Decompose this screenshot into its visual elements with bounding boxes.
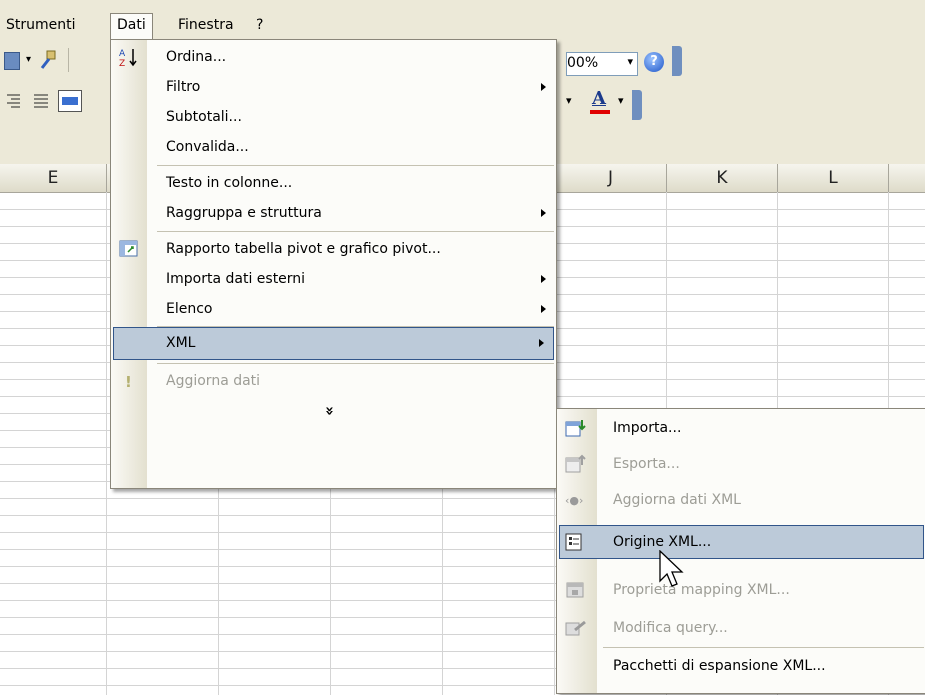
- toolbar-options-icon[interactable]: [632, 90, 642, 120]
- submenu-arrow-icon: [541, 209, 546, 217]
- menu-dati[interactable]: Dati: [110, 13, 153, 41]
- menu-item-subtotali[interactable]: Subtotali...: [111, 102, 556, 132]
- double-chevron-down-icon: »: [320, 406, 339, 416]
- format-painter-icon[interactable]: [38, 50, 58, 70]
- column-header-k[interactable]: K: [667, 164, 778, 192]
- font-color-icon: A: [592, 88, 606, 109]
- menu-item-pivot[interactable]: Rapporto tabella pivot e grafico pivot..…: [111, 234, 556, 264]
- merge-center-icon[interactable]: [58, 90, 82, 112]
- menu-item-xml[interactable]: XML: [113, 327, 554, 360]
- menu-item-proprieta-mapping[interactable]: Proprietà mapping XML...: [557, 575, 925, 605]
- xml-map-properties-icon: [565, 580, 585, 600]
- mouse-pointer-icon: [659, 549, 685, 590]
- toolbar-options-icon[interactable]: [672, 46, 682, 76]
- justify-icon[interactable]: [32, 92, 50, 110]
- menu-help[interactable]: ?: [250, 14, 269, 36]
- svg-text:‹●›: ‹●›: [565, 494, 583, 507]
- column-header-l[interactable]: L: [778, 164, 889, 192]
- submenu-arrow-icon: [541, 275, 546, 283]
- dropdown-arrow-icon[interactable]: ▾: [566, 94, 572, 107]
- menu-item-importa[interactable]: Importa...: [557, 413, 925, 443]
- xml-source-icon: [565, 532, 585, 552]
- menu-separator: [157, 231, 554, 232]
- menu-item-origine-xml[interactable]: Origine XML...: [559, 525, 924, 559]
- menu-strumenti[interactable]: Strumenti: [0, 14, 82, 36]
- xml-export-icon: [565, 454, 586, 474]
- align-right-icon[interactable]: [4, 92, 22, 110]
- menu-item-aggiorna-dati[interactable]: ! Aggiorna dati: [111, 366, 556, 396]
- svg-text:Z: Z: [119, 59, 125, 67]
- menu-bar: Strumenti Dati Finestra ?: [0, 0, 925, 41]
- menu-item-testo-in-colonne[interactable]: Testo in colonne...: [111, 168, 556, 198]
- menu-finestra[interactable]: Finestra: [172, 14, 240, 36]
- submenu-arrow-icon: [541, 83, 546, 91]
- zoom-value: 00%: [567, 55, 599, 71]
- menu-item-aggiorna-dati-xml[interactable]: ‹●› Aggiorna dati XML: [557, 485, 925, 515]
- menu-item-ordina[interactable]: AZ Ordina...: [111, 42, 556, 72]
- chevron-down-icon: ▾: [627, 55, 633, 68]
- menu-item-convalida[interactable]: Convalida...: [111, 132, 556, 162]
- menu-item-elenco[interactable]: Elenco: [111, 294, 556, 324]
- xml-submenu: Importa... Esporta... ‹●› Aggiorna dati …: [556, 408, 925, 694]
- dati-menu: AZ Ordina... Filtro Subtotali... Convali…: [110, 39, 557, 489]
- menu-item-pacchetti-espansione[interactable]: Pacchetti di espansione XML...: [557, 651, 925, 681]
- svg-text:A: A: [119, 49, 126, 59]
- dropdown-arrow-icon[interactable]: ▾: [26, 54, 31, 65]
- chevron-down-icon[interactable]: ▾: [618, 94, 624, 107]
- submenu-arrow-icon: [539, 339, 544, 347]
- menu-separator: [603, 647, 924, 648]
- menu-item-modifica-query[interactable]: Modifica query...: [557, 613, 925, 643]
- zoom-combo[interactable]: 00% ▾: [566, 52, 638, 76]
- font-color-button[interactable]: A: [588, 88, 612, 116]
- menu-item-importa-dati-esterni[interactable]: Importa dati esterni: [111, 264, 556, 294]
- xml-import-icon: [565, 418, 586, 438]
- submenu-arrow-icon: [541, 305, 546, 313]
- column-header-e[interactable]: E: [0, 164, 107, 192]
- expand-menu-button[interactable]: »: [111, 396, 556, 426]
- refresh-exclamation-icon: !: [119, 371, 139, 391]
- xml-refresh-icon: ‹●›: [565, 490, 585, 510]
- pivot-table-icon: [119, 239, 139, 259]
- sort-ascending-icon: AZ: [119, 47, 139, 69]
- menu-separator: [157, 165, 554, 166]
- column-header-j[interactable]: J: [555, 164, 667, 192]
- menu-item-filtro[interactable]: Filtro: [111, 72, 556, 102]
- menu-item-esporta[interactable]: Esporta...: [557, 449, 925, 479]
- paste-icon[interactable]: [4, 52, 20, 70]
- font-color-swatch: [590, 110, 610, 114]
- svg-text:!: !: [125, 373, 132, 391]
- toolbar-separator: [68, 48, 69, 72]
- edit-query-icon: [565, 618, 586, 638]
- help-icon[interactable]: ?: [644, 52, 664, 72]
- menu-item-raggruppa[interactable]: Raggruppa e struttura: [111, 198, 556, 228]
- menu-separator: [157, 363, 554, 364]
